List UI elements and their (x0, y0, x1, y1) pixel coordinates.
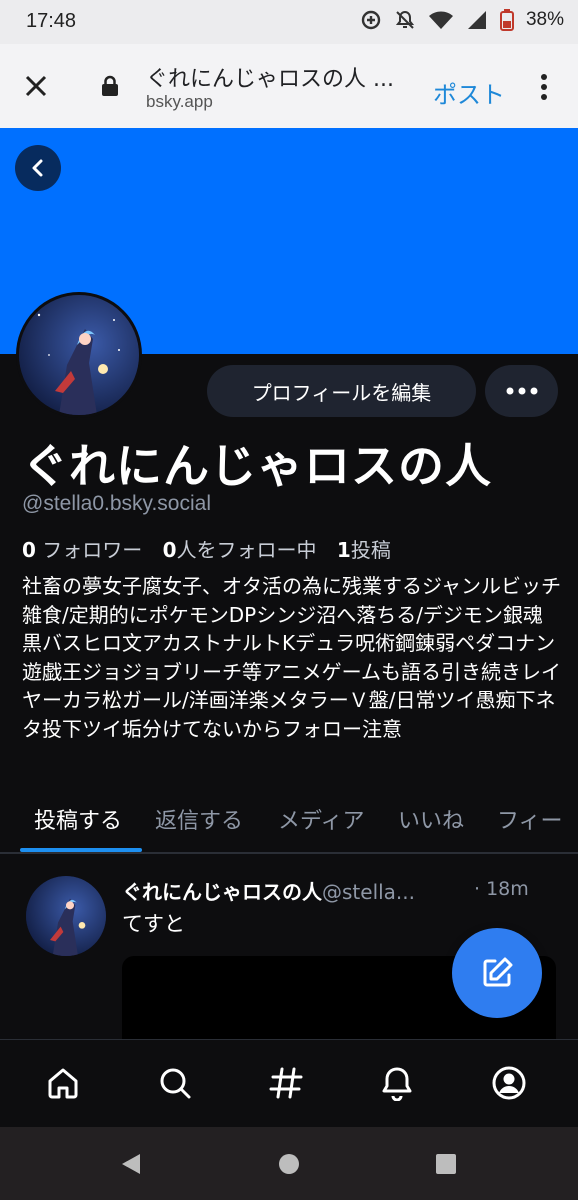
cellular-signal-icon (467, 11, 486, 29)
nav-notifications[interactable] (374, 1060, 420, 1106)
post-handle[interactable]: @stella... (322, 880, 415, 904)
posts-label: 投稿 (350, 538, 391, 562)
status-bar: 17:48 38% (0, 0, 578, 44)
more-horiz-icon (506, 387, 537, 395)
following-count: 0 (162, 538, 177, 562)
page-title: ぐれにんじゃロスの人 ... (146, 67, 394, 92)
tab-replies[interactable]: 返信する (155, 803, 243, 835)
posts-count: 1 (336, 538, 351, 562)
system-back-button[interactable] (116, 1149, 146, 1179)
status-time: 17:48 (26, 10, 77, 32)
post-header: ぐれにんじゃロスの人@stella... (122, 876, 415, 905)
home-icon (48, 1068, 78, 1099)
nav-home[interactable] (40, 1060, 86, 1106)
wifi-icon (428, 11, 453, 29)
tab-posts[interactable]: 投稿する (34, 803, 122, 835)
post-avatar-image (26, 876, 106, 956)
system-recents-button[interactable] (431, 1149, 461, 1179)
followers-stat[interactable]: 0 フォロワー (22, 538, 142, 562)
data-saver-icon (361, 10, 381, 30)
post-avatar[interactable] (26, 876, 106, 956)
followers-count: 0 (22, 538, 36, 562)
nav-search[interactable] (152, 1060, 198, 1106)
close-icon[interactable] (20, 70, 52, 102)
profile-bio: 社畜の夢女子腐女子、オタ活の為に残業するジャンルビッチ雑食/定期的にポケモンDP… (22, 574, 561, 741)
tab-media[interactable]: メディア (278, 803, 364, 835)
post-author[interactable]: ぐれにんじゃロスの人 (122, 880, 322, 904)
notifications-bell-icon (382, 1067, 412, 1101)
tab-feeds[interactable]: フィー (497, 803, 563, 835)
system-navigation-bar (0, 1127, 578, 1200)
search-icon (160, 1068, 191, 1099)
more-vert-icon[interactable] (532, 72, 556, 102)
display-name: ぐれにんじゃロスの人 (22, 439, 492, 493)
home-circle-icon (279, 1154, 299, 1174)
back-triangle-icon (122, 1154, 140, 1174)
profile-icon (492, 1066, 526, 1100)
post-text: てすと (122, 912, 185, 936)
browser-toolbar: ぐれにんじゃロスの人 ... bsky.app ポスト (0, 44, 578, 128)
post-timestamp: · 18m (474, 878, 529, 900)
chevron-left-icon (32, 159, 43, 177)
lock-icon (102, 75, 118, 96)
back-button[interactable] (15, 145, 61, 191)
post-button[interactable]: ポスト (433, 75, 505, 110)
profile-more-button[interactable] (485, 365, 558, 417)
system-home-button[interactable] (274, 1149, 304, 1179)
following-label: 人をフォロー中 (176, 538, 317, 562)
notifications-off-icon (395, 10, 415, 29)
nav-feeds[interactable] (263, 1060, 309, 1106)
feeds-hash-icon (269, 1067, 303, 1099)
nav-profile[interactable] (486, 1060, 532, 1106)
profile-tabs: 投稿する 返信する メディア いいね フィー (0, 793, 578, 853)
profile-stats: 0 フォロワー 0人をフォロー中 1投稿 (22, 534, 391, 563)
battery-icon (499, 9, 514, 31)
battery-percentage: 38% (525, 9, 564, 30)
compose-icon (483, 957, 513, 987)
tab-likes[interactable]: いいね (398, 803, 464, 835)
status-icons: 38% (360, 9, 564, 31)
active-tab-indicator (20, 848, 142, 852)
profile-handle: @stella0.bsky.social (22, 492, 211, 515)
avatar[interactable] (16, 292, 142, 418)
url-domain: bsky.app (146, 92, 213, 111)
bottom-nav (0, 1039, 578, 1127)
compose-button[interactable] (452, 928, 542, 1018)
following-stat[interactable]: 0人をフォロー中 (163, 538, 317, 562)
posts-stat: 1投稿 (337, 538, 391, 562)
recents-square-icon (436, 1154, 456, 1174)
followers-label: フォロワー (42, 538, 143, 562)
avatar-image (19, 295, 139, 415)
edit-profile-button[interactable]: プロフィールを編集 (207, 365, 476, 417)
